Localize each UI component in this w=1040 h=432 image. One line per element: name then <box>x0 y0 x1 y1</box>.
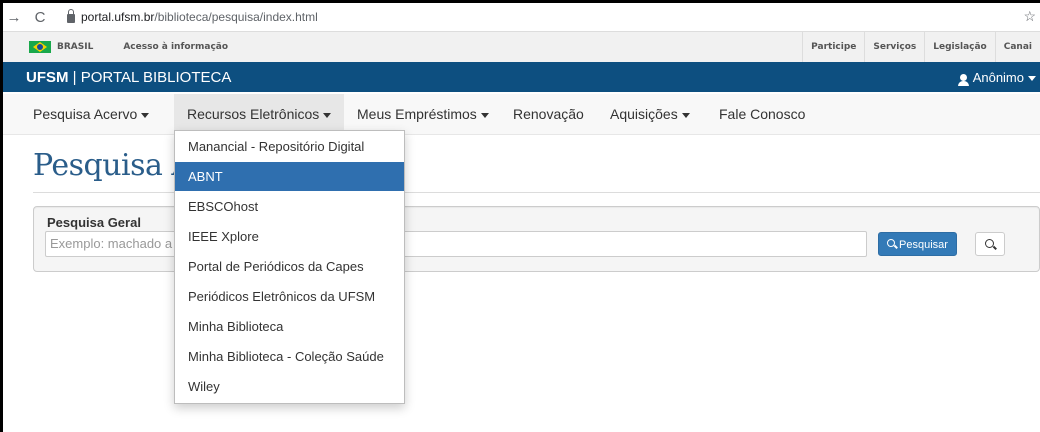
gov-link-legislacao[interactable]: Legislação <box>924 32 994 62</box>
nav-label: Meus Empréstimos <box>357 106 477 122</box>
dropdown-item-manancial[interactable]: Manancial - Repositório Digital <box>175 132 404 161</box>
site-header: UFSM | PORTAL BIBLIOTECA Anônimo <box>3 62 1040 92</box>
recursos-dropdown: Manancial - Repositório Digital ABNT EBS… <box>174 130 405 404</box>
user-name: Anônimo <box>972 70 1024 85</box>
zoom-search-icon <box>985 239 994 248</box>
chevron-down-icon <box>141 112 150 118</box>
chevron-down-icon <box>1028 76 1036 82</box>
nav-label: Aquisições <box>610 106 678 122</box>
dropdown-item-wiley[interactable]: Wiley <box>175 372 404 401</box>
chevron-down-icon <box>323 112 332 118</box>
address-bar[interactable]: portal.ufsm.br/biblioteca/pesquisa/index… <box>81 10 318 24</box>
dropdown-item-ieee[interactable]: IEEE Xplore <box>175 222 404 251</box>
site-brand[interactable]: UFSM | PORTAL BIBLIOTECA <box>26 69 231 86</box>
dropdown-item-ebscohost[interactable]: EBSCOhost <box>175 192 404 221</box>
brand-portal: | PORTAL BIBLIOTECA <box>68 68 232 86</box>
nav-recursos-eletronicos[interactable]: Recursos Eletrônicos <box>174 94 345 134</box>
nav-label: Recursos Eletrônicos <box>187 106 320 122</box>
bookmark-star-icon[interactable]: ☆ <box>1023 8 1036 25</box>
nav-aquisicoes[interactable]: Aquisições <box>610 94 690 134</box>
gov-acesso-link[interactable]: Acesso à informação <box>123 42 228 52</box>
nav-label: Pesquisa Acervo <box>33 106 138 122</box>
search-button[interactable]: Pesquisar <box>878 232 957 256</box>
user-menu[interactable]: Anônimo <box>957 70 1036 86</box>
dropdown-item-abnt[interactable]: ABNT <box>175 162 404 191</box>
nav-meus-emprestimos[interactable]: Meus Empréstimos <box>357 94 489 134</box>
nav-label: Renovação <box>513 106 584 122</box>
search-icon <box>887 239 895 247</box>
url-path: /biblioteca/pesquisa/index.html <box>154 10 318 24</box>
gov-bar: BRASIL Acesso à informação Participe Ser… <box>3 31 1040 63</box>
lock-icon <box>67 8 75 23</box>
search-button-label: Pesquisar <box>899 239 948 251</box>
back-button[interactable]: → <box>5 9 23 26</box>
url-host: portal.ufsm.br <box>81 10 155 24</box>
gov-links: Participe Serviços Legislação Canai <box>802 32 1040 62</box>
chevron-down-icon <box>681 112 690 118</box>
brazil-flag-icon <box>29 41 51 53</box>
dropdown-item-periodicos-ufsm[interactable]: Periódicos Eletrônicos da UFSM <box>175 282 404 311</box>
reload-button[interactable]: C <box>31 9 49 26</box>
gov-link-participe[interactable]: Participe <box>802 32 864 62</box>
gov-brasil-link[interactable]: BRASIL <box>57 42 93 52</box>
advanced-search-button[interactable] <box>975 232 1005 256</box>
dropdown-item-capes[interactable]: Portal de Periódicos da Capes <box>175 252 404 281</box>
dropdown-item-minha-biblioteca-saude[interactable]: Minha Biblioteca - Coleção Saúde <box>175 342 404 371</box>
nav-pesquisa-acervo[interactable]: Pesquisa Acervo <box>33 94 150 134</box>
search-input[interactable]: Exemplo: machado a <box>45 231 867 257</box>
search-label: Pesquisa Geral <box>47 215 141 230</box>
chevron-down-icon <box>480 112 489 118</box>
nav-renovacao[interactable]: Renovação <box>513 94 584 134</box>
user-icon <box>957 74 969 86</box>
nav-label: Fale Conosco <box>719 106 806 122</box>
gov-link-canais[interactable]: Canai <box>994 32 1040 62</box>
main-nav: Pesquisa Acervo Recursos Eletrônicos Meu… <box>3 94 1040 135</box>
nav-fale-conosco[interactable]: Fale Conosco <box>719 94 805 134</box>
brand-ufsm: UFSM <box>26 68 69 86</box>
gov-link-servicos[interactable]: Serviços <box>864 32 924 62</box>
dropdown-item-minha-biblioteca[interactable]: Minha Biblioteca <box>175 312 404 341</box>
browser-toolbar: → C portal.ufsm.br/biblioteca/pesquisa/i… <box>3 3 1040 31</box>
